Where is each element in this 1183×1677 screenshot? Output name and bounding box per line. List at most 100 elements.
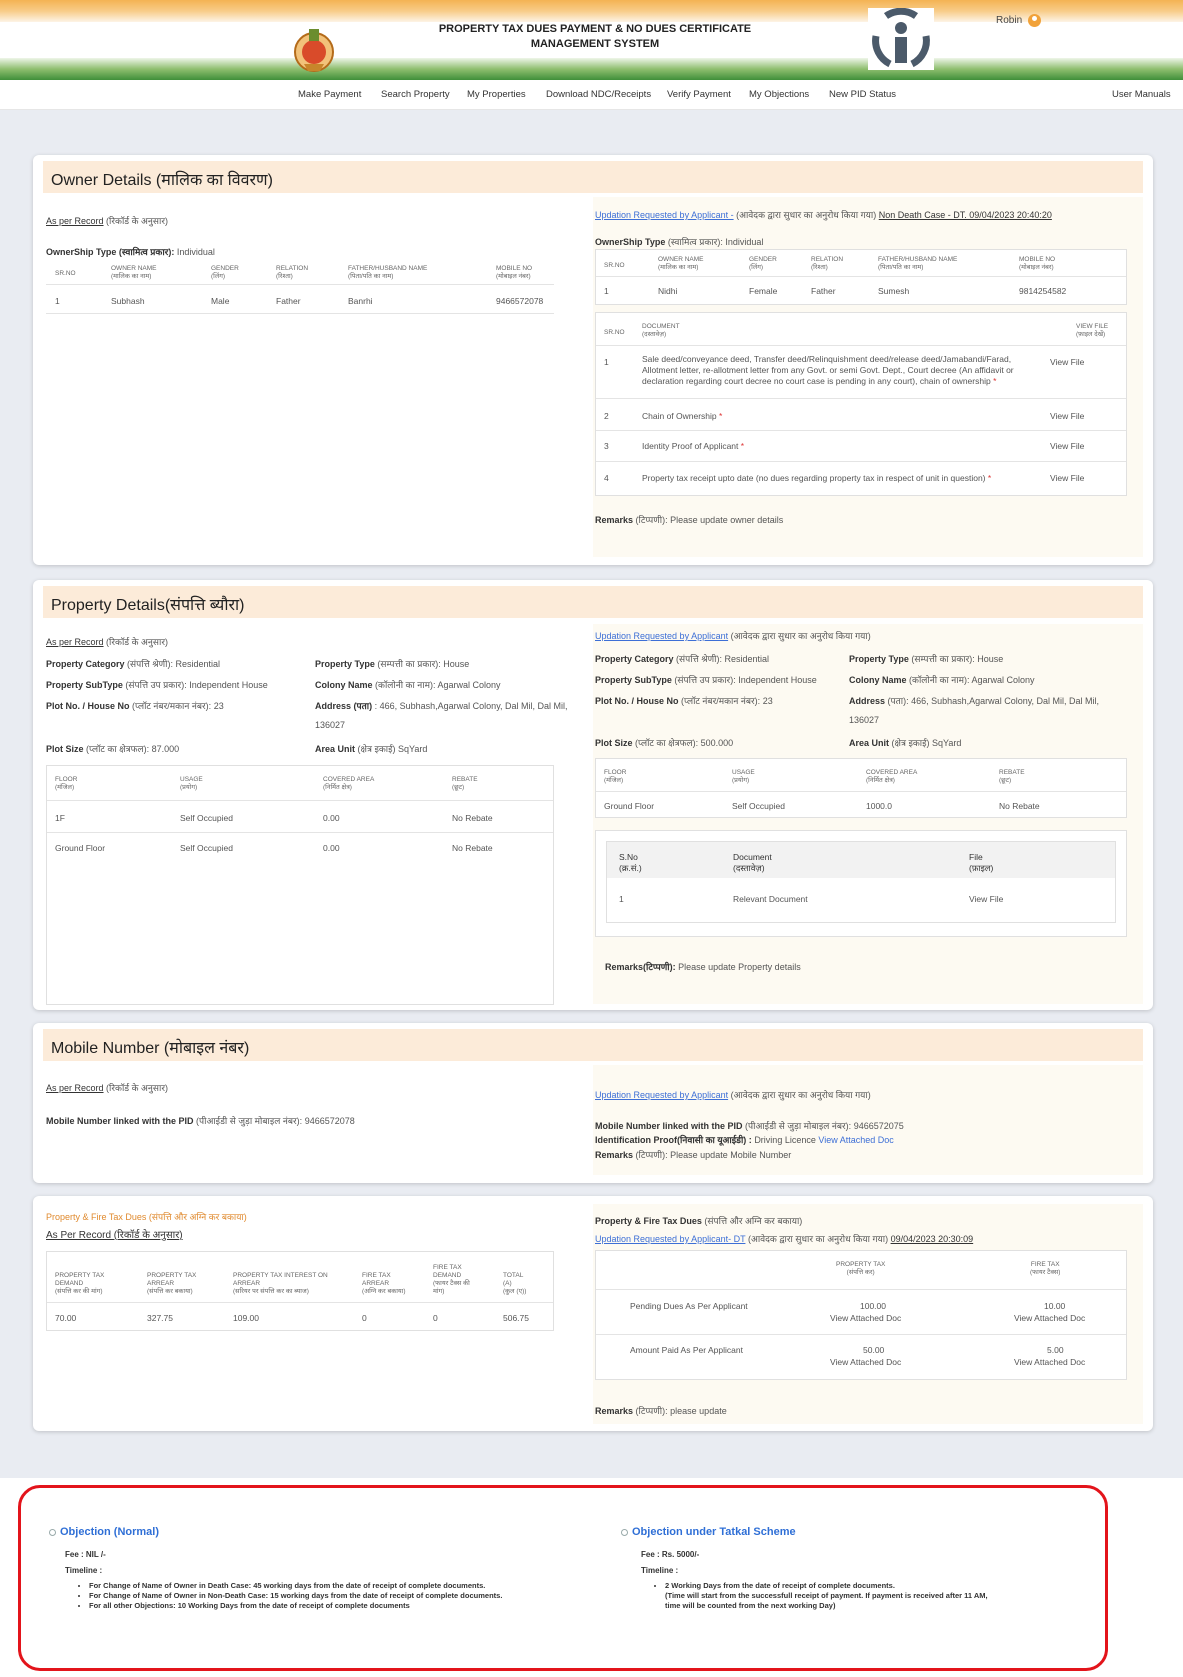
- case-type-date: Non Death Case - DT. 09/04/2023 20:40:20: [878, 210, 1052, 220]
- dues-updation-panel: Property & Fire Tax Dues (संपत्ति और अग्…: [593, 1204, 1143, 1424]
- user-name[interactable]: Robin: [996, 15, 1022, 26]
- timeline-item: For Change of Name of Owner in Death Cas…: [89, 1581, 502, 1591]
- floor-table: FLOOR (मंजिल) USAGE (प्रयोग) COVERED AREA(…: [46, 765, 554, 1005]
- nav-new-pid-status[interactable]: New PID Status: [829, 89, 896, 100]
- col-gender: GENDER (लिंग): [211, 265, 239, 280]
- section-title: Owner Details (मालिक का विवरण): [51, 172, 273, 189]
- applicant-relation: Father: [811, 286, 836, 296]
- applicant-father-name: Sumesh: [878, 286, 910, 296]
- divider: [46, 284, 554, 285]
- pid-mobile: Mobile Number linked with the PID (पीआईड…: [46, 1116, 355, 1126]
- app-title: PROPERTY TAX DUES PAYMENT & NO DUES CERT…: [400, 22, 790, 52]
- property-subtype: Property SubType (संपत्ति उप प्रकार): In…: [46, 680, 268, 690]
- app-title-line1: PROPERTY TAX DUES PAYMENT & NO DUES CERT…: [438, 23, 752, 35]
- user-avatar-icon[interactable]: [1028, 14, 1042, 27]
- owner-details-header: Owner Details (मालिक का विवरण): [43, 161, 1143, 193]
- timeline-item: 2 Working Days from the date of receipt …: [665, 1581, 895, 1591]
- document-item: Chain of Ownership *: [642, 411, 723, 421]
- property-document-table: S.No (क्र.सं.) Document (दस्तावेज़) File (फ…: [606, 841, 1116, 923]
- col-owner-name: OWNER NAME (मालिक का नाम): [111, 265, 157, 280]
- owner-documents-table: SR.NO DOCUMENT (दस्तावेज़) VIEW FILE (फ़ाइ…: [595, 312, 1127, 496]
- view-file-link[interactable]: View File: [969, 894, 1003, 904]
- col-father-name: FATHER/HUSBAND NAME (पिता/पति का नाम): [348, 265, 428, 280]
- document-item: Sale deed/conveyance deed, Transfer deed…: [642, 354, 1014, 386]
- view-file-link[interactable]: View File: [1050, 441, 1084, 451]
- mobile-number-card: Mobile Number (मोबाइल नंबर) As per Recor…: [33, 1023, 1153, 1183]
- header-green-band: [0, 58, 1183, 80]
- property-updation-panel: Updation Requested by Applicant (आवेदक द…: [593, 624, 1143, 1004]
- ownership-type-value: Individual: [725, 237, 764, 247]
- app-title-line2: MANAGEMENT SYSTEM: [530, 38, 660, 50]
- view-attached-doc-link[interactable]: View Attached Doc: [1014, 1313, 1085, 1323]
- nav-search-property[interactable]: Search Property: [381, 89, 450, 100]
- owner-father-name: Banrhi: [348, 296, 373, 306]
- state-emblem-icon: [294, 29, 334, 72]
- nav-download-ndc[interactable]: Download NDC/Receipts: [546, 89, 651, 100]
- portal-logo-icon: [868, 8, 934, 70]
- property-type: Property Type (सम्पत्ती का प्रकार): Hous…: [315, 659, 470, 669]
- site-header: PROPERTY TAX DUES PAYMENT & NO DUES CERT…: [0, 0, 1183, 80]
- owner-mobile: 9466572078: [496, 296, 544, 306]
- owner-remarks: Remarks (टिप्पणी): Please update owner d…: [595, 515, 784, 525]
- objection-options-box: Objection (Normal) Fee : NIL /- Timeline…: [18, 1485, 1108, 1671]
- owner-srno: 1: [55, 296, 60, 306]
- property-details-header: Property Details(संपत्ति ब्यौरा): [43, 586, 1143, 618]
- objection-tatkal-option[interactable]: Objection under Tatkal Scheme: [621, 1526, 796, 1538]
- nav-user-manuals[interactable]: User Manuals: [1112, 89, 1171, 100]
- timeline-item: For Change of Name of Owner in Non-Death…: [89, 1591, 502, 1601]
- as-per-record-hi: (रिकॉर्ड के अनुसार): [106, 216, 168, 226]
- nav-verify-payment[interactable]: Verify Payment: [667, 89, 731, 100]
- updation-requested-label: Updation Requested by Applicant -: [595, 210, 734, 220]
- ownership-type-label: OwnerShip Type (स्वामित्व प्रकार):: [46, 247, 175, 257]
- ownership-type-value: Individual: [176, 247, 215, 257]
- ownership-type-label: OwnerShip Type: [595, 237, 666, 247]
- view-file-link[interactable]: View File: [1050, 473, 1084, 483]
- main-nav: Make Payment Search Property My Properti…: [0, 80, 1183, 110]
- address: Address (पता) : 466, Subhash,Agarwal Col…: [315, 701, 568, 711]
- dues-applicant-table: PROPERTY TAX (संपत्ति कर) FIRE TAX (फायर ट…: [595, 1250, 1127, 1380]
- owner-gender: Male: [211, 296, 230, 306]
- property-category: Property Category (संपत्ति श्रेणी): Resi…: [46, 659, 221, 669]
- applicant-gender: Female: [749, 286, 778, 296]
- view-attached-doc-link[interactable]: View Attached Doc: [830, 1313, 901, 1323]
- section-title: Property Details(संपत्ति ब्यौरा): [51, 597, 245, 614]
- col-mobile: MOBILE NO (मोबाइल नंबर): [496, 265, 533, 280]
- ownership-type-hi: (स्वामित्व प्रकार):: [667, 237, 723, 247]
- applicant-owner-name: Nidhi: [658, 286, 678, 296]
- mobile-number-header: Mobile Number (मोबाइल नंबर): [43, 1029, 1143, 1061]
- property-details-card: Property Details(संपत्ति ब्यौरा) As per …: [33, 580, 1153, 1010]
- dues-record-table: PROPERTY TAX DEMAND (संपत्ति कर की मांग) P…: [46, 1251, 554, 1331]
- timeline-item: For all other Objections: 10 Working Day…: [89, 1601, 502, 1611]
- owner-name: Subhash: [111, 296, 145, 306]
- owner-details-card: Owner Details (मालिक का विवरण) As per Re…: [33, 155, 1153, 565]
- document-item: Identity Proof of Applicant *: [642, 441, 745, 451]
- view-file-link[interactable]: View File: [1050, 411, 1084, 421]
- mobile-updation-panel: Updation Requested by Applicant (आवेदक द…: [593, 1065, 1143, 1175]
- col-srno: SR.NO: [55, 270, 76, 277]
- view-file-link[interactable]: View File: [1050, 357, 1084, 367]
- nav-my-objections[interactable]: My Objections: [749, 89, 809, 100]
- as-per-record-label: As per Record: [46, 216, 104, 226]
- applicant-srno: 1: [604, 286, 609, 296]
- section-title: Mobile Number (मोबाइल नंबर): [51, 1040, 250, 1057]
- colony-name: Colony Name (कॉलोनी का नाम): Agarwal Col…: [315, 680, 501, 690]
- applicant-owner-table: SR.NO OWNER NAME (मालिक का नाम) GENDER (लि…: [595, 249, 1127, 305]
- view-attached-doc-link[interactable]: View Attached Doc: [1014, 1357, 1085, 1367]
- divider: [46, 313, 554, 314]
- radio-icon[interactable]: [621, 1528, 628, 1536]
- user-menu[interactable]: Robin: [996, 14, 1042, 27]
- nav-make-payment[interactable]: Make Payment: [298, 89, 361, 100]
- view-attached-doc-link[interactable]: View Attached Doc: [830, 1357, 901, 1367]
- updation-requested-hi: (आवेदक द्वारा सुधार का अनुरोध किया गया): [736, 210, 877, 220]
- objection-normal-option[interactable]: Objection (Normal): [49, 1526, 159, 1538]
- radio-icon[interactable]: [49, 1528, 56, 1536]
- nav-my-properties[interactable]: My Properties: [467, 89, 526, 100]
- dues-card: Property & Fire Tax Dues (संपत्ति और अग्…: [33, 1196, 1153, 1431]
- plot-size: Plot Size (प्लॉट का क्षेत्रफल): 87.000: [46, 744, 180, 754]
- applicant-mobile: 9814254582: [1019, 286, 1067, 296]
- owner-updation-panel: Updation Requested by Applicant - (आवेदक…: [593, 197, 1143, 557]
- plot-no: Plot No. / House No (प्लॉट नंबर/मकान नंब…: [46, 701, 224, 711]
- view-attached-doc-link[interactable]: View Attached Doc: [818, 1135, 893, 1145]
- property-remarks: Remarks(टिप्पणी): Please update Property…: [605, 962, 801, 972]
- owner-relation: Father: [276, 296, 301, 306]
